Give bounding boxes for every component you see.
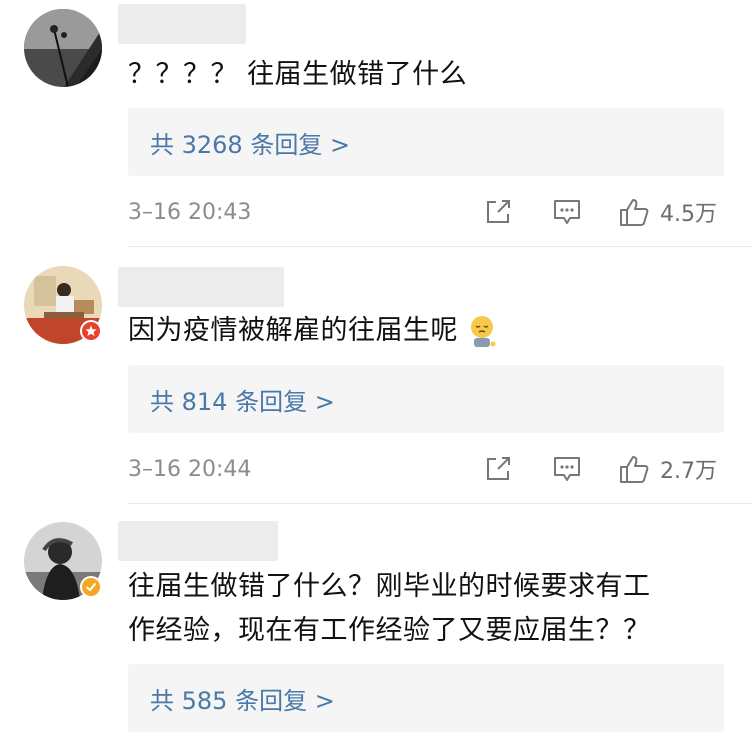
comment-text-line: 往届生做错了什么？刚毕业的时候要求有工: [128, 571, 651, 602]
check-icon: [86, 583, 96, 591]
comment-button[interactable]: [552, 455, 582, 483]
thumbs-up-icon: [620, 456, 649, 483]
comment-button[interactable]: [552, 198, 582, 226]
comment-text-line: 作经验，现在有工作经验了又要应届生？？: [128, 615, 651, 646]
comment-icon: [554, 200, 580, 224]
comment-icon: [554, 457, 580, 481]
share-icon: [487, 200, 510, 223]
pensive-emoji-icon: [471, 316, 496, 347]
verified-badge: [80, 576, 102, 598]
view-replies-button[interactable]: 共 585 条回复 >: [128, 664, 724, 732]
avatar[interactable]: [24, 9, 102, 87]
comment-item: ？？？？ 往届生做错了什么 共 3268 条回复 > 3–16 20:43 4.…: [0, 0, 752, 246]
timestamp: 3–16 20:43: [128, 200, 252, 225]
comment-text: ？？？？ 往届生做错了什么: [128, 59, 468, 90]
like-button[interactable]: 4.5万: [618, 196, 717, 228]
comment-item: 往届生做错了什么？刚毕业的时候要求有工 作经验，现在有工作经验了又要应届生？？ …: [0, 504, 752, 747]
avatar-image: [24, 9, 102, 87]
username-redacted: [118, 4, 246, 44]
comment-text-body: 因为疫情被解雇的往届生呢: [128, 315, 458, 346]
view-replies-button[interactable]: 共 3268 条回复 >: [128, 108, 724, 176]
star-icon: [85, 325, 97, 336]
view-replies-button[interactable]: 共 814 条回复 >: [128, 365, 724, 433]
share-button[interactable]: [484, 455, 512, 483]
like-count: 4.5万: [660, 202, 717, 227]
comment-text: 因为疫情被解雇的往届生呢: [128, 310, 498, 352]
share-button[interactable]: [484, 198, 512, 226]
verified-badge: [80, 320, 102, 342]
like-button[interactable]: 2.7万: [618, 453, 717, 485]
username-redacted: [118, 521, 278, 561]
username-redacted: [118, 267, 284, 307]
share-icon: [487, 457, 510, 480]
timestamp: 3–16 20:44: [128, 457, 252, 482]
like-count: 2.7万: [660, 459, 717, 484]
thumbs-up-icon: [620, 199, 649, 226]
comment-item: 因为疫情被解雇的往届生呢 共 814 条回复 > 3–16 20:44 2.7万: [0, 247, 752, 503]
